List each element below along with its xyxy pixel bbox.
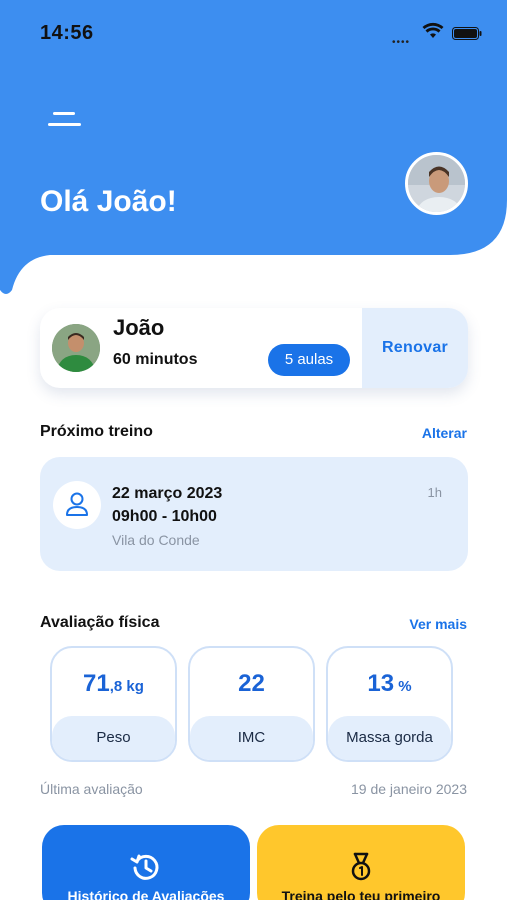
person-photo-icon [52, 324, 100, 372]
training-location: Vila do Conde [112, 532, 200, 548]
status-time: 14:56 [40, 22, 94, 44]
metric-bmi-label: IMC [190, 716, 313, 760]
renew-button[interactable]: Renovar [362, 308, 468, 388]
history-icon [130, 854, 159, 880]
change-training-link[interactable]: Alterar [422, 425, 467, 441]
menu-icon[interactable] [48, 110, 84, 130]
medal-icon [351, 852, 371, 881]
assessment-history-tile[interactable]: Histórico de Avaliações [42, 825, 250, 900]
classes-badge: 5 aulas [268, 344, 350, 376]
last-assessment-date: 19 de janeiro 2023 [351, 781, 467, 797]
greeting-title: Olá João! [40, 185, 177, 218]
metric-weight-value: 71,8 kg [83, 670, 144, 697]
metric-body-fat[interactable]: 13 % Massa gorda [326, 646, 453, 762]
training-icon-container [53, 481, 101, 529]
assessment-history-label: Histórico de Avaliações [67, 888, 225, 900]
metric-body-fat-value: 13 % [367, 670, 412, 697]
member-avatar [52, 324, 100, 372]
next-training-title: Próximo treino [40, 423, 153, 440]
member-card: João 60 minutos 5 aulas Renovar [40, 308, 468, 388]
battery-icon [452, 27, 482, 40]
member-name: João [113, 315, 165, 340]
metric-bmi[interactable]: 22 IMC [188, 646, 315, 762]
status-bar: 14:56 •••• [0, 0, 507, 60]
metric-weight-label: Peso [52, 716, 175, 760]
training-date: 22 março 2023 [112, 485, 223, 502]
wifi-icon [422, 22, 444, 38]
member-minutes: 60 minutos [113, 351, 198, 368]
next-training-card[interactable]: 22 março 2023 09h00 - 10h00 Vila do Cond… [40, 457, 468, 571]
first-training-label: Treina pelo teu primeiro [281, 888, 441, 900]
signal-dots-icon: •••• [392, 37, 411, 48]
metric-body-fat-label: Massa gorda [328, 716, 451, 760]
profile-avatar[interactable] [405, 152, 468, 215]
see-more-link[interactable]: Ver mais [409, 616, 467, 632]
assessment-title: Avaliação física [40, 614, 160, 631]
user-icon [66, 492, 88, 516]
metric-bmi-value: 22 [238, 670, 265, 697]
training-duration: 1h [427, 485, 442, 500]
training-time: 09h00 - 10h00 [112, 508, 217, 525]
metric-weight[interactable]: 71,8 kg Peso [50, 646, 177, 762]
first-training-tile[interactable]: Treina pelo teu primeiro [257, 825, 465, 900]
last-assessment-label: Última avaliação [40, 781, 143, 797]
